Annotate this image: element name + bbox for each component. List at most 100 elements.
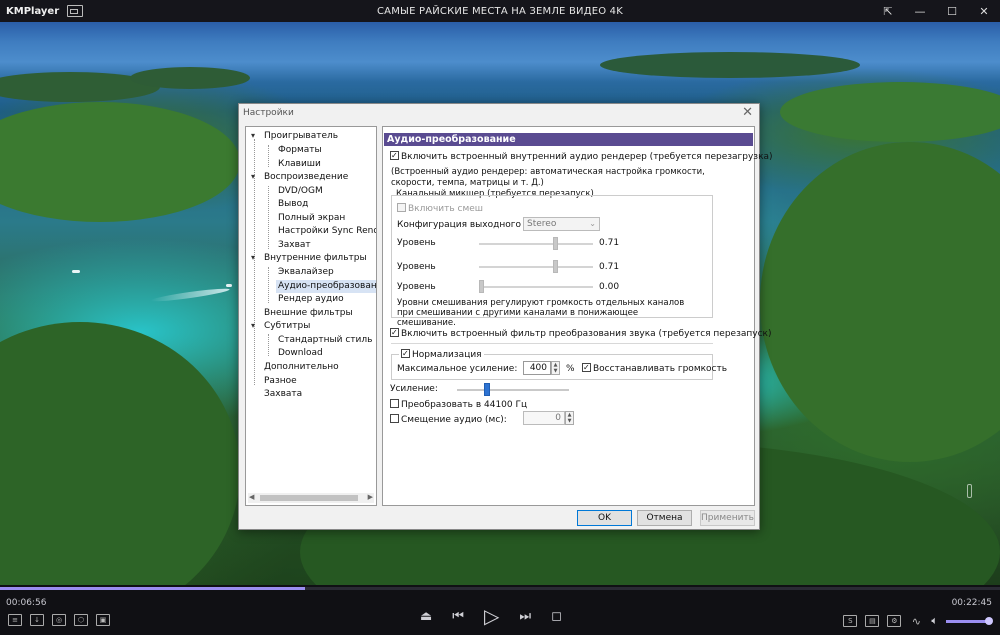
slider-knob[interactable] [553, 260, 558, 273]
normalization-label[interactable]: Нормализация [412, 350, 482, 360]
tree-expand-icon[interactable]: ▾ [251, 131, 255, 140]
tree-item-download[interactable]: Download [278, 347, 323, 360]
caption-icon[interactable]: ▤ [865, 615, 880, 627]
tree-expand-icon[interactable]: ▾ [251, 172, 255, 181]
enable-filter-label[interactable]: Включить встроенный фильтр преобразовани… [401, 329, 772, 339]
normalization-checkbox[interactable] [401, 349, 410, 358]
tree-item-fullscreen[interactable]: Полный экран [278, 212, 345, 225]
cancel-button[interactable]: Отмена [637, 510, 692, 526]
level-slider-2[interactable] [479, 260, 593, 273]
tree-horizontal-scrollbar[interactable]: ◀ ▶ [248, 493, 374, 503]
convert-44100-row[interactable]: Преобразовать в 44100 Гц [390, 399, 527, 410]
audio-offset-input[interactable]: 0 [523, 411, 565, 425]
volume-slider[interactable] [946, 616, 993, 625]
tree-item-output[interactable]: Вывод [278, 198, 308, 211]
slider-knob[interactable] [479, 280, 484, 293]
tree-item-playback[interactable]: Воспроизведение [264, 171, 348, 184]
tree-item-external-filters[interactable]: Внешние фильтры [264, 307, 353, 320]
enable-filter-checkbox[interactable] [390, 328, 399, 337]
equalizer-icon[interactable]: ∿ [909, 615, 923, 628]
island-shape [780, 82, 1000, 142]
window-controls: ⇱ — ☐ ✕ [872, 0, 1000, 22]
audio-offset-spinner[interactable]: ▲ ▼ [565, 411, 574, 425]
enable-mix-row: Включить смеш [397, 203, 483, 214]
enable-filter-row[interactable]: Включить встроенный фильтр преобразовани… [390, 328, 772, 339]
player-titlebar: KMPlayer САМЫЕ РАЙСКИЕ МЕСТА НА ЗЕМЛЕ ВИ… [0, 0, 1000, 22]
tree-item-internal-filters[interactable]: Внутренние фильтры [264, 252, 367, 265]
ok-button[interactable]: OK [577, 510, 632, 526]
download-icon[interactable]: ↓ [30, 614, 44, 626]
minimize-icon[interactable]: — [904, 5, 936, 18]
tree-item-capture[interactable]: Захват [278, 239, 311, 252]
right-tools: S ▤ ⚙ ∿ 🔈︎ [843, 614, 993, 628]
tree-item-standard-style[interactable]: Стандартный стиль [278, 334, 372, 347]
pip-icon[interactable]: ⇱ [872, 5, 904, 18]
restore-volume-row[interactable]: Восстанавливать громкость [582, 363, 727, 374]
mini-mode-icon[interactable] [67, 5, 84, 17]
seek-bar[interactable] [0, 587, 1000, 590]
next-icon[interactable]: ⏭ [519, 609, 531, 624]
restore-volume-label[interactable]: Восстанавливать громкость [593, 364, 727, 374]
gain-slider-knob[interactable] [484, 383, 490, 396]
scroll-left-icon[interactable]: ◀ [249, 493, 254, 501]
enable-renderer-label[interactable]: Включить встроенный внутренний аудио рен… [401, 152, 773, 162]
level-slider-3[interactable] [479, 280, 593, 293]
tree-item-sync-render[interactable]: Настройки Sync Render [278, 225, 376, 238]
enable-renderer-checkbox[interactable] [390, 151, 399, 160]
volume-icon[interactable]: 🔈︎ [931, 614, 938, 628]
seek-bar-fill [0, 587, 305, 590]
tree-item-dvd-ogm[interactable]: DVD/OGM [278, 185, 323, 198]
video-scroll-indicator [967, 484, 972, 498]
max-gain-spinner[interactable]: ▲ ▼ [551, 361, 560, 375]
slider-knob[interactable] [553, 237, 558, 250]
3d-icon[interactable]: ⬡ [74, 614, 88, 626]
gain-slider[interactable] [457, 383, 569, 396]
dialog-close-icon[interactable]: ✕ [742, 105, 753, 120]
close-icon[interactable]: ✕ [968, 5, 1000, 18]
audio-offset-checkbox[interactable] [390, 414, 399, 423]
apply-button[interactable]: Применить [700, 510, 755, 526]
restore-volume-checkbox[interactable] [582, 363, 591, 372]
playlist-icon[interactable]: ≡ [8, 614, 22, 626]
play-icon[interactable]: ▷ [484, 604, 499, 628]
vr-icon[interactable]: ◎ [52, 614, 66, 626]
tree-expand-icon[interactable]: ▾ [251, 253, 255, 262]
tree-item-advanced[interactable]: Дополнительно [264, 361, 339, 374]
tree-item-keys[interactable]: Клавиши [278, 158, 321, 171]
normalization-row[interactable]: Нормализация [399, 349, 484, 360]
scroll-right-icon[interactable]: ▶ [368, 493, 373, 501]
audio-offset-label[interactable]: Смещение аудио (мс): [401, 415, 507, 425]
scroll-thumb[interactable] [260, 495, 358, 501]
enable-renderer-row[interactable]: Включить встроенный внутренний аудио рен… [390, 151, 773, 162]
volume-knob[interactable] [985, 616, 993, 625]
output-config-select[interactable]: Stereo ⌄ [523, 217, 600, 231]
settings-tree[interactable]: ▾ Проигрыватель Форматы Клавиши ▾ Воспро… [245, 126, 377, 506]
tree-item-player[interactable]: Проигрыватель [264, 130, 338, 143]
enable-mix-checkbox[interactable] [397, 203, 406, 212]
subtitle-icon[interactable]: S [843, 615, 858, 627]
boat [226, 284, 232, 287]
stop-icon[interactable]: ◻ [551, 609, 562, 624]
tree-item-audio-renderer[interactable]: Рендер аудио [278, 293, 344, 306]
convert-44100-label[interactable]: Преобразовать в 44100 Гц [401, 400, 527, 410]
island-shape [760, 142, 1000, 462]
level-slider-1[interactable] [479, 237, 593, 250]
tree-item-capture-root[interactable]: Захвата [264, 388, 302, 401]
separator [391, 343, 713, 344]
eject-icon[interactable]: ⏏ [420, 609, 432, 624]
tree-item-misc[interactable]: Разное [264, 375, 297, 388]
max-gain-input[interactable]: 400 [523, 361, 551, 375]
island-shape [600, 52, 860, 78]
convert-44100-checkbox[interactable] [390, 399, 399, 408]
island-shape [0, 322, 240, 585]
maximize-icon[interactable]: ☐ [936, 5, 968, 18]
tree-item-formats[interactable]: Форматы [278, 144, 322, 157]
capture-icon[interactable]: ▣ [96, 614, 110, 626]
tree-expand-icon[interactable]: ▾ [251, 321, 255, 330]
prev-icon[interactable]: ⏮ [452, 609, 464, 624]
audio-offset-row[interactable]: Смещение аудио (мс): [390, 414, 507, 425]
settings-icon[interactable]: ⚙ [887, 615, 902, 627]
tree-item-audio-conversion[interactable]: Аудио-преобразование [276, 280, 376, 293]
tree-item-equalizer[interactable]: Эквалайзер [278, 266, 334, 279]
tree-item-subtitles[interactable]: Субтитры [264, 320, 310, 333]
